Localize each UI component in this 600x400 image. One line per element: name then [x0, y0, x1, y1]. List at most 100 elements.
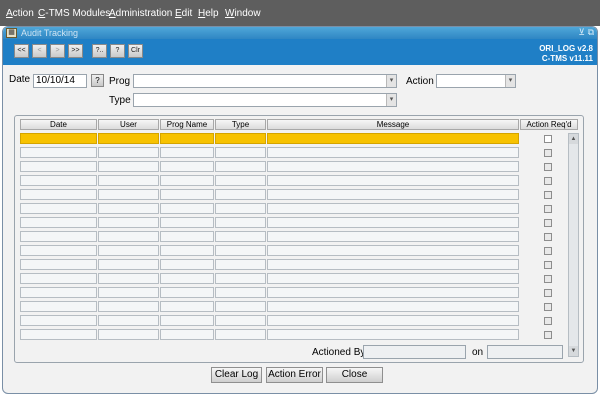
prog-combo[interactable]: ▾	[133, 74, 397, 88]
action-reqd-checkbox[interactable]	[544, 317, 552, 325]
date-cell[interactable]	[20, 189, 97, 200]
message-cell[interactable]	[267, 133, 519, 144]
date-cell[interactable]	[20, 315, 97, 326]
user-cell[interactable]	[98, 217, 159, 228]
action-reqd-checkbox[interactable]	[544, 163, 552, 171]
close-button[interactable]: Close	[326, 367, 383, 383]
message-cell[interactable]	[267, 217, 519, 228]
action-reqd-checkbox[interactable]	[544, 233, 552, 241]
clear-button[interactable]: Clr	[128, 44, 143, 58]
message-cell[interactable]	[267, 231, 519, 242]
action-reqd-checkbox[interactable]	[544, 303, 552, 311]
type-cell[interactable]	[215, 245, 266, 256]
message-cell[interactable]	[267, 161, 519, 172]
prog-name-cell[interactable]	[160, 147, 214, 158]
date-cell[interactable]	[20, 287, 97, 298]
action-reqd-checkbox[interactable]	[544, 261, 552, 269]
date-cell[interactable]	[20, 301, 97, 312]
list-values-button[interactable]: ?..	[92, 44, 107, 58]
date-cell[interactable]	[20, 133, 97, 144]
prog-name-cell[interactable]	[160, 133, 214, 144]
user-cell[interactable]	[98, 301, 159, 312]
type-cell[interactable]	[215, 217, 266, 228]
menu-help[interactable]: Help	[198, 8, 219, 19]
prog-name-cell[interactable]	[160, 287, 214, 298]
date-cell[interactable]	[20, 329, 97, 340]
message-cell[interactable]	[267, 245, 519, 256]
date-cell[interactable]	[20, 259, 97, 270]
restore-icon[interactable]: ⧉	[588, 27, 594, 38]
action-reqd-checkbox[interactable]	[544, 275, 552, 283]
user-cell[interactable]	[98, 133, 159, 144]
type-cell[interactable]	[215, 203, 266, 214]
type-cell[interactable]	[215, 161, 266, 172]
prog-name-cell[interactable]	[160, 301, 214, 312]
action-error-button[interactable]: Action Error	[266, 367, 323, 383]
action-reqd-checkbox[interactable]	[544, 289, 552, 297]
prog-name-cell[interactable]	[160, 245, 214, 256]
user-cell[interactable]	[98, 245, 159, 256]
actioned-by-field[interactable]	[363, 345, 466, 359]
type-cell[interactable]	[215, 329, 266, 340]
scroll-up-icon[interactable]: ▲	[569, 134, 578, 144]
next-record-button[interactable]: >	[50, 44, 65, 58]
user-cell[interactable]	[98, 315, 159, 326]
date-field[interactable]: 10/10/14	[33, 74, 87, 88]
prog-name-cell[interactable]	[160, 203, 214, 214]
menu-window[interactable]: Window	[225, 8, 261, 19]
action-reqd-checkbox[interactable]	[544, 149, 552, 157]
user-cell[interactable]	[98, 259, 159, 270]
date-cell[interactable]	[20, 231, 97, 242]
prog-name-cell[interactable]	[160, 329, 214, 340]
action-reqd-checkbox[interactable]	[544, 219, 552, 227]
action-combo[interactable]: ▾	[436, 74, 516, 88]
menu-ctms-modules[interactable]: C-TMS Modules	[38, 8, 110, 19]
date-cell[interactable]	[20, 175, 97, 186]
message-cell[interactable]	[267, 259, 519, 270]
chevron-down-icon[interactable]: ▾	[386, 94, 396, 106]
user-cell[interactable]	[98, 189, 159, 200]
query-button[interactable]: ?	[110, 44, 125, 58]
action-reqd-checkbox[interactable]	[544, 205, 552, 213]
message-cell[interactable]	[267, 273, 519, 284]
grid-scrollbar[interactable]: ▲ ▼	[568, 133, 579, 357]
message-cell[interactable]	[267, 175, 519, 186]
date-cell[interactable]	[20, 147, 97, 158]
type-cell[interactable]	[215, 315, 266, 326]
type-combo[interactable]: ▾	[133, 93, 397, 107]
prog-name-cell[interactable]	[160, 273, 214, 284]
date-cell[interactable]	[20, 273, 97, 284]
user-cell[interactable]	[98, 329, 159, 340]
type-cell[interactable]	[215, 259, 266, 270]
date-cell[interactable]	[20, 203, 97, 214]
first-record-button[interactable]: <<	[14, 44, 29, 58]
action-reqd-checkbox[interactable]	[544, 177, 552, 185]
message-cell[interactable]	[267, 189, 519, 200]
type-cell[interactable]	[215, 175, 266, 186]
scroll-down-icon[interactable]: ▼	[569, 346, 578, 356]
type-cell[interactable]	[215, 231, 266, 242]
prog-name-cell[interactable]	[160, 217, 214, 228]
user-cell[interactable]	[98, 147, 159, 158]
type-cell[interactable]	[215, 147, 266, 158]
user-cell[interactable]	[98, 203, 159, 214]
action-reqd-checkbox[interactable]	[544, 331, 552, 339]
date-cell[interactable]	[20, 245, 97, 256]
menu-action[interactable]: Action	[6, 8, 34, 19]
message-cell[interactable]	[267, 203, 519, 214]
on-date-field[interactable]	[487, 345, 563, 359]
chevron-down-icon[interactable]: ▾	[505, 75, 515, 87]
user-cell[interactable]	[98, 273, 159, 284]
date-cell[interactable]	[20, 217, 97, 228]
type-cell[interactable]	[215, 273, 266, 284]
minimize-icon[interactable]: ⊻	[578, 27, 585, 38]
message-cell[interactable]	[267, 147, 519, 158]
message-cell[interactable]	[267, 301, 519, 312]
user-cell[interactable]	[98, 287, 159, 298]
type-cell[interactable]	[215, 133, 266, 144]
action-reqd-checkbox[interactable]	[544, 191, 552, 199]
prog-name-cell[interactable]	[160, 315, 214, 326]
menu-administration[interactable]: Administration	[109, 8, 172, 19]
user-cell[interactable]	[98, 175, 159, 186]
prog-name-cell[interactable]	[160, 175, 214, 186]
